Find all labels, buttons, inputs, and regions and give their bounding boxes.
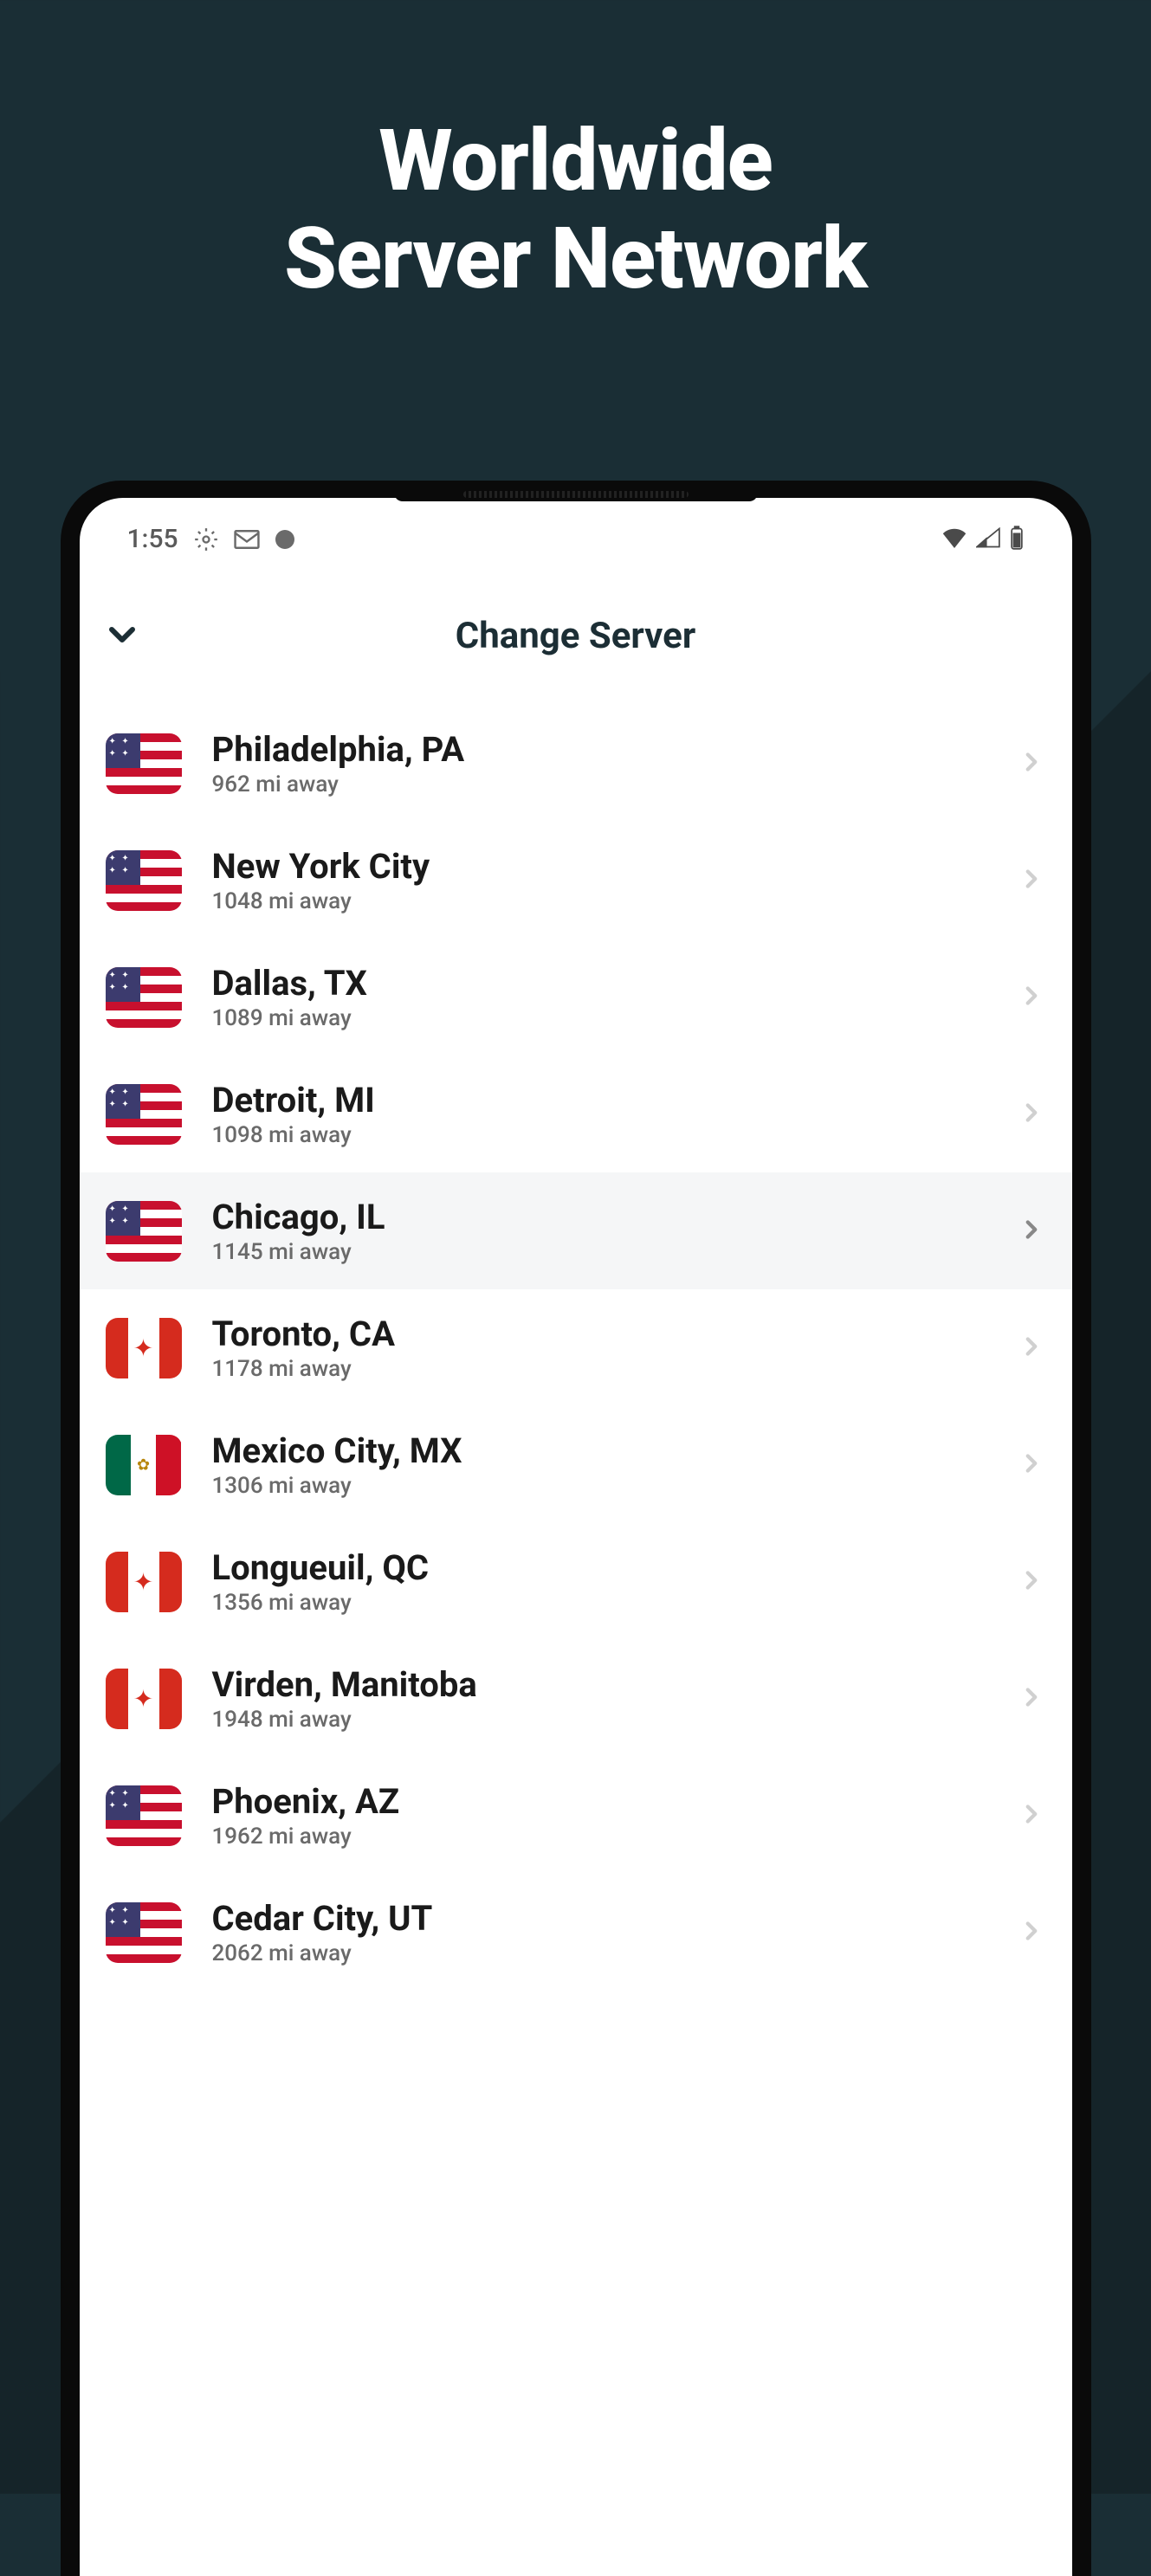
phone-notch: [394, 487, 758, 501]
server-name: Detroit, MI: [212, 1080, 986, 1120]
flag-us-icon: [106, 1902, 182, 1963]
server-info: Cedar City, UT2062 mi away: [212, 1898, 986, 1966]
server-list: Philadelphia, PA962 mi away New York City…: [80, 705, 1072, 1991]
chevron-right-icon: [1017, 864, 1046, 897]
chevron-right-icon: [1017, 1098, 1046, 1131]
status-time: 1:55: [127, 524, 178, 554]
back-button[interactable]: [101, 614, 143, 659]
app-header: Change Server: [80, 571, 1072, 705]
server-item[interactable]: ✦ Longueuil, QC1356 mi away: [80, 1523, 1072, 1640]
chevron-right-icon: [1017, 1332, 1046, 1365]
server-info: Longueuil, QC1356 mi away: [212, 1547, 986, 1616]
promo-title-line1: Worldwide: [378, 111, 773, 210]
server-name: Dallas, TX: [212, 963, 986, 1004]
flag-us-icon: [106, 1084, 182, 1145]
flag-ca-icon: ✦: [106, 1318, 182, 1378]
server-distance: 2062 mi away: [212, 1940, 986, 1966]
chevron-right-icon: [1017, 1566, 1046, 1598]
server-name: Longueuil, QC: [212, 1547, 986, 1588]
server-name: Phoenix, AZ: [212, 1781, 986, 1822]
server-name: Mexico City, MX: [212, 1430, 986, 1471]
battery-icon: [1009, 526, 1025, 553]
flag-mx-icon: ✿: [106, 1435, 182, 1495]
server-distance: 1145 mi away: [212, 1239, 986, 1265]
gear-icon: [194, 527, 218, 552]
server-distance: 1098 mi away: [212, 1122, 986, 1148]
server-name: Virden, Manitoba: [212, 1664, 986, 1705]
chevron-right-icon: [1017, 1682, 1046, 1715]
server-info: New York City1048 mi away: [212, 846, 986, 914]
flag-us-icon: [106, 967, 182, 1028]
server-distance: 1948 mi away: [212, 1707, 986, 1733]
server-item[interactable]: Detroit, MI1098 mi away: [80, 1056, 1072, 1172]
chevron-right-icon: [1017, 1799, 1046, 1832]
server-info: Virden, Manitoba1948 mi away: [212, 1664, 986, 1733]
mail-icon: [234, 530, 260, 549]
phone-speaker: [463, 491, 689, 498]
status-bar: 1:55: [80, 498, 1072, 571]
server-info: Philadelphia, PA962 mi away: [212, 729, 986, 797]
flag-us-icon: [106, 1201, 182, 1262]
server-distance: 962 mi away: [212, 772, 986, 797]
server-name: Philadelphia, PA: [212, 729, 986, 770]
phone-frame: 1:55: [61, 481, 1091, 2576]
server-info: Toronto, CA1178 mi away: [212, 1314, 986, 1382]
flag-us-icon: [106, 850, 182, 911]
chevron-right-icon: [1017, 1449, 1046, 1482]
server-item[interactable]: Cedar City, UT2062 mi away: [80, 1874, 1072, 1991]
flag-us-icon: [106, 733, 182, 794]
dot-icon: [275, 530, 294, 549]
server-name: New York City: [212, 846, 986, 887]
phone-screen: 1:55: [80, 498, 1072, 2576]
server-info: Chicago, IL1145 mi away: [212, 1197, 986, 1265]
server-distance: 1356 mi away: [212, 1590, 986, 1616]
server-info: Detroit, MI1098 mi away: [212, 1080, 986, 1148]
server-name: Cedar City, UT: [212, 1898, 986, 1939]
flag-ca-icon: ✦: [106, 1669, 182, 1729]
chevron-right-icon: [1017, 747, 1046, 780]
server-item[interactable]: ✦ Virden, Manitoba1948 mi away: [80, 1640, 1072, 1757]
server-info: Dallas, TX1089 mi away: [212, 963, 986, 1031]
promo-title: Worldwide Server Network: [284, 113, 867, 307]
server-info: Phoenix, AZ1962 mi away: [212, 1781, 986, 1850]
status-bar-right: [941, 526, 1025, 553]
server-item[interactable]: Dallas, TX1089 mi away: [80, 939, 1072, 1056]
server-distance: 1048 mi away: [212, 888, 986, 914]
promo-title-line2: Server Network: [284, 209, 867, 308]
server-info: Mexico City, MX1306 mi away: [212, 1430, 986, 1499]
server-name: Toronto, CA: [212, 1314, 986, 1354]
server-distance: 1178 mi away: [212, 1356, 986, 1382]
server-distance: 1962 mi away: [212, 1824, 986, 1850]
server-item[interactable]: Chicago, IL1145 mi away: [80, 1172, 1072, 1289]
chevron-right-icon: [1017, 1916, 1046, 1949]
server-item[interactable]: ✿ Mexico City, MX1306 mi away: [80, 1406, 1072, 1523]
server-distance: 1089 mi away: [212, 1005, 986, 1031]
server-item[interactable]: Phoenix, AZ1962 mi away: [80, 1757, 1072, 1874]
signal-icon: [976, 527, 1000, 552]
server-name: Chicago, IL: [212, 1197, 986, 1237]
chevron-right-icon: [1017, 1215, 1046, 1248]
flag-us-icon: [106, 1785, 182, 1846]
flag-ca-icon: ✦: [106, 1552, 182, 1612]
status-bar-left: 1:55: [127, 524, 294, 554]
wifi-icon: [941, 527, 967, 552]
page-title: Change Server: [106, 615, 1046, 657]
chevron-right-icon: [1017, 981, 1046, 1014]
server-item[interactable]: ✦ Toronto, CA1178 mi away: [80, 1289, 1072, 1406]
server-distance: 1306 mi away: [212, 1473, 986, 1499]
server-item[interactable]: New York City1048 mi away: [80, 822, 1072, 939]
server-item[interactable]: Philadelphia, PA962 mi away: [80, 705, 1072, 822]
